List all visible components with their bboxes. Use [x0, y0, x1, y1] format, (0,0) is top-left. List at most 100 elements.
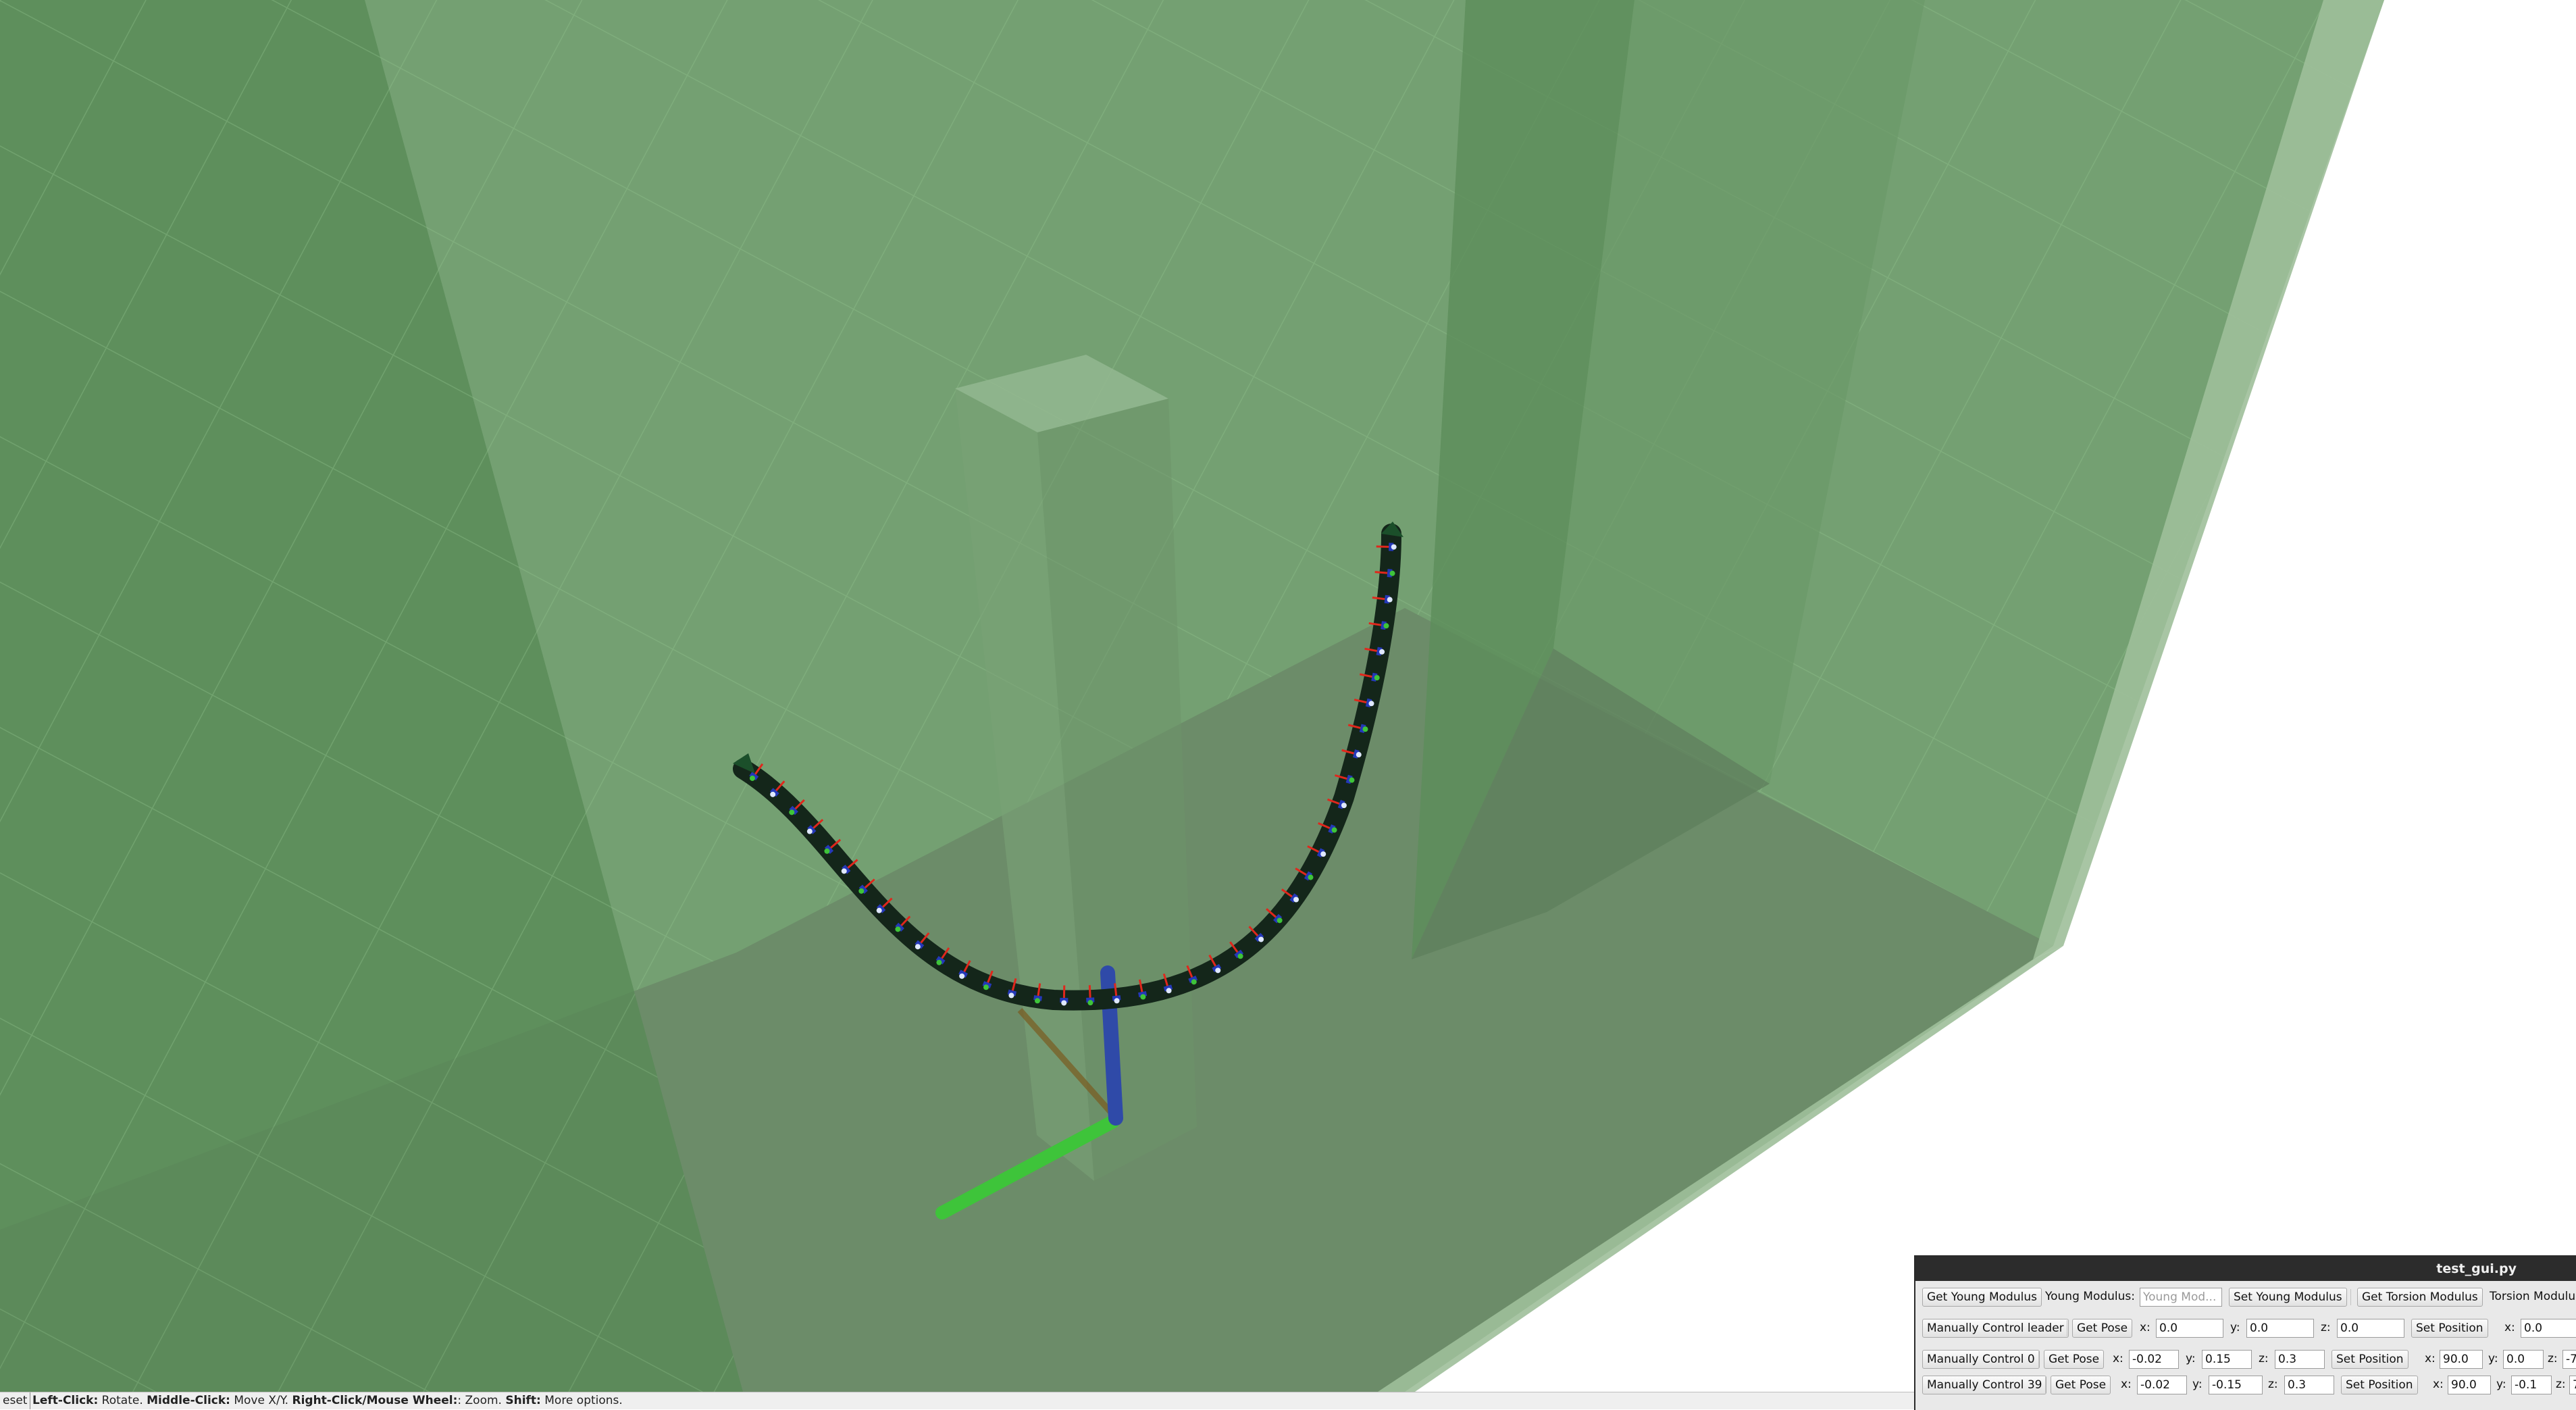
- get-young-modulus-button[interactable]: Get Young Modulus: [1922, 1288, 2042, 1307]
- segment-y-axis-marker: [1308, 875, 1313, 880]
- y-label: y:: [2192, 1376, 2203, 1394]
- segment-y-axis-marker: [1277, 917, 1283, 923]
- segment-y-axis-marker: [789, 809, 794, 815]
- segment-y-axis-marker: [1140, 994, 1145, 999]
- segment-y-axis-marker: [1341, 803, 1347, 808]
- y-label: y:: [2496, 1376, 2506, 1394]
- get-torsion-modulus-button[interactable]: Get Torsion Modulus: [2357, 1288, 2483, 1307]
- manual-control-leader-button[interactable]: Manually Control leader: [1922, 1319, 2069, 1338]
- segment-y-axis-marker: [750, 776, 755, 781]
- node0-x-input[interactable]: [2129, 1350, 2179, 1369]
- z-label: z:: [2548, 1350, 2558, 1369]
- segment-y-axis-marker: [936, 960, 942, 965]
- set-position-0-button[interactable]: Set Position: [2332, 1350, 2408, 1369]
- segment-y-axis-marker: [1114, 998, 1120, 1003]
- segment-y-axis-marker: [1166, 988, 1172, 993]
- segment-y-axis-marker: [824, 849, 829, 854]
- segment-y-axis-marker: [1293, 897, 1299, 902]
- middle-click-key: Middle-Click:: [147, 1394, 230, 1407]
- segment-y-axis-marker: [895, 926, 900, 932]
- row-control-0: Manually Control 0 Get Pose x: y: z: Set…: [1922, 1347, 2576, 1371]
- z-label: z:: [2268, 1376, 2278, 1394]
- segment-y-axis-marker: [959, 974, 964, 979]
- torsion-modulus-label: Torsion Modulus:: [2490, 1288, 2576, 1307]
- segment-y-axis-marker: [1390, 571, 1395, 576]
- control-window: test_gui.py Get Young Modulus Young Modu…: [1914, 1255, 2576, 1410]
- segment-y-axis-marker: [1215, 967, 1220, 973]
- segment-y-axis-marker: [1374, 675, 1380, 680]
- node0-rot-x-input[interactable]: [2440, 1350, 2483, 1369]
- segment-y-axis-marker: [1191, 979, 1197, 984]
- shift-action: More options.: [544, 1394, 623, 1407]
- young-modulus-input[interactable]: [2140, 1288, 2222, 1307]
- get-pose-leader-button[interactable]: Get Pose: [2072, 1319, 2132, 1338]
- segment-y-axis-marker: [1368, 701, 1374, 706]
- x-label: x:: [2121, 1376, 2132, 1394]
- manual-control-0-button[interactable]: Manually Control 0: [1922, 1350, 2040, 1369]
- node0-rot-y-input[interactable]: [2503, 1350, 2544, 1369]
- left-click-key: Left-Click:: [32, 1394, 98, 1407]
- node39-y-input[interactable]: [2209, 1376, 2263, 1394]
- segment-y-axis-marker: [1356, 752, 1362, 757]
- segment-y-axis-marker: [807, 829, 813, 834]
- segment-y-axis-marker: [858, 888, 864, 894]
- segment-y-axis-marker: [1008, 992, 1014, 998]
- 3d-viewport[interactable]: [0, 0, 2576, 1392]
- x-label: x:: [2433, 1376, 2444, 1394]
- separator: [2350, 1289, 2351, 1305]
- window-title: test_gui.py: [1915, 1257, 2576, 1281]
- leader-x-input[interactable]: [2156, 1319, 2223, 1338]
- node39-rot-z-input[interactable]: [2569, 1376, 2576, 1394]
- y-label: y:: [2186, 1350, 2196, 1369]
- segment-y-axis-marker: [1383, 623, 1389, 628]
- scene-canvas[interactable]: [0, 0, 2576, 1392]
- node39-z-input[interactable]: [2284, 1376, 2334, 1394]
- segment-y-axis-marker: [983, 984, 989, 990]
- node0-y-input[interactable]: [2202, 1350, 2252, 1369]
- node0-rot-z-input[interactable]: [2562, 1350, 2576, 1369]
- node39-rot-y-input[interactable]: [2511, 1376, 2552, 1394]
- right-click-action: : Zoom.: [457, 1394, 502, 1407]
- node39-rot-x-input[interactable]: [2448, 1376, 2491, 1394]
- set-position-leader-button[interactable]: Set Position: [2411, 1319, 2488, 1338]
- segment-y-axis-marker: [1387, 597, 1393, 603]
- x-label: x:: [2113, 1350, 2123, 1369]
- segment-y-axis-marker: [842, 868, 847, 874]
- segment-y-axis-marker: [1349, 778, 1354, 783]
- shift-key: Shift:: [505, 1394, 541, 1407]
- row-control-leader: Manually Control leader Get Pose x: y: z…: [1922, 1316, 2576, 1340]
- leader-y-input[interactable]: [2246, 1319, 2314, 1338]
- right-click-key: Right-Click/Mouse Wheel:: [292, 1394, 457, 1407]
- set-position-39-button[interactable]: Set Position: [2341, 1376, 2418, 1394]
- node0-z-input[interactable]: [2275, 1350, 2325, 1369]
- control-window-titlebar[interactable]: test_gui.py: [1915, 1257, 2576, 1281]
- segment-y-axis-marker: [1332, 828, 1337, 833]
- segment-y-axis-marker: [1258, 936, 1264, 942]
- segment-y-axis-marker: [1362, 726, 1368, 732]
- manual-control-39-button[interactable]: Manually Control 39: [1922, 1376, 2046, 1394]
- x-label: x:: [2504, 1319, 2515, 1338]
- leader-z-input[interactable]: [2337, 1319, 2404, 1338]
- segment-y-axis-marker: [1379, 649, 1385, 655]
- z-label: z:: [2556, 1376, 2566, 1394]
- row-control-39: Manually Control 39 Get Pose x: y: z: Se…: [1922, 1373, 2576, 1397]
- get-pose-0-button[interactable]: Get Pose: [2044, 1350, 2104, 1369]
- segment-y-axis-marker: [915, 944, 921, 949]
- separator: [2045, 1377, 2046, 1393]
- get-pose-39-button[interactable]: Get Pose: [2051, 1376, 2111, 1394]
- set-young-modulus-button[interactable]: Set Young Modulus: [2229, 1288, 2347, 1307]
- node39-x-input[interactable]: [2137, 1376, 2187, 1394]
- y-label: y:: [2230, 1319, 2240, 1338]
- x-label: x:: [2425, 1350, 2436, 1369]
- segment-y-axis-marker: [1087, 1000, 1093, 1005]
- x-label: x:: [2140, 1319, 2150, 1338]
- reset-label-fragment[interactable]: eset: [0, 1392, 30, 1409]
- young-modulus-label: Young Modulus:: [2045, 1288, 2135, 1307]
- middle-click-action: Move X/Y.: [234, 1394, 288, 1407]
- separator: [2038, 1351, 2039, 1367]
- segment-y-axis-marker: [770, 792, 775, 797]
- leader-rot-x-input[interactable]: [2521, 1319, 2576, 1338]
- segment-y-axis-marker: [1320, 851, 1326, 857]
- segment-y-axis-marker: [877, 908, 882, 913]
- mouse-hint: Left-Click: Rotate. Middle-Click: Move X…: [32, 1392, 623, 1409]
